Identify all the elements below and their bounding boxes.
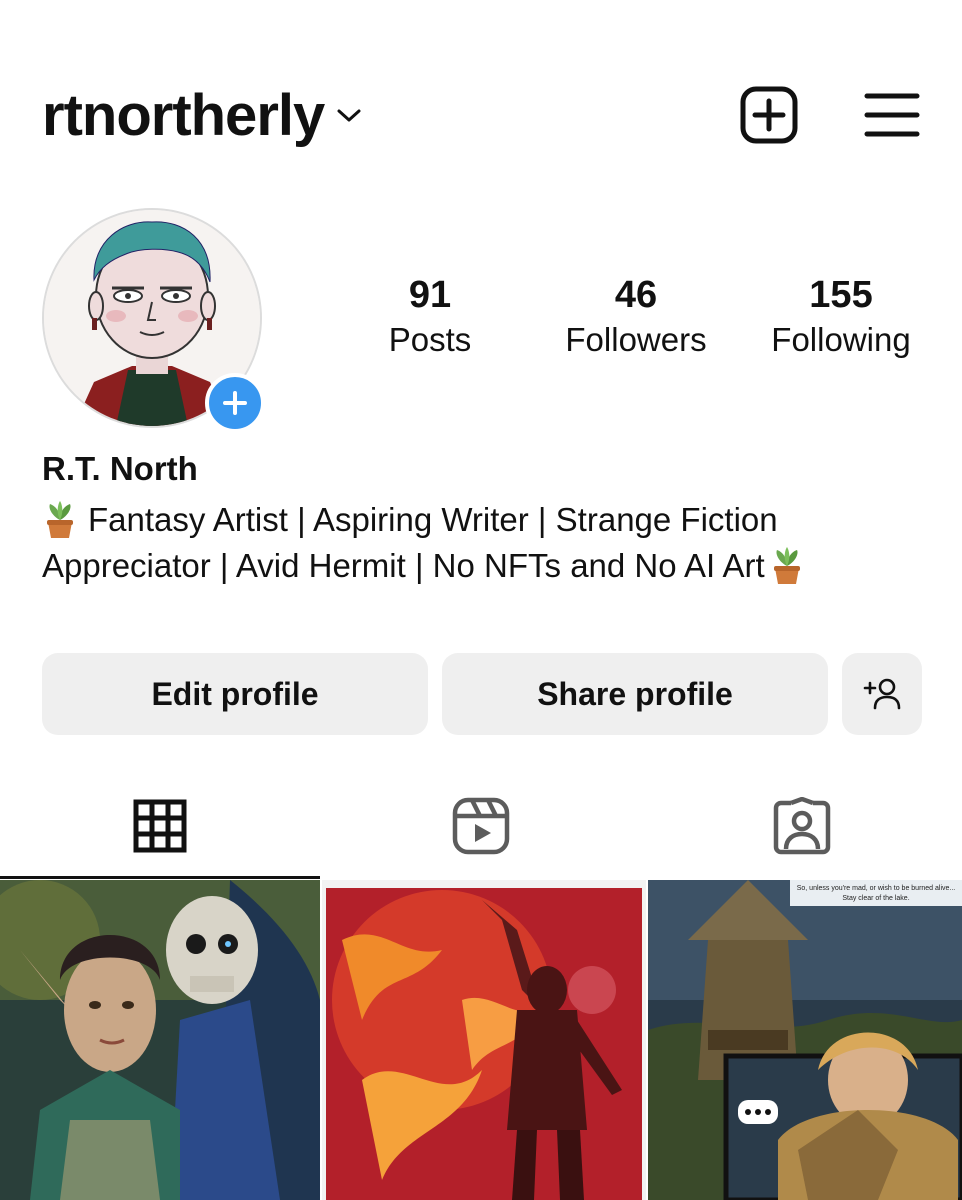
- account-switcher[interactable]: rtnortherly: [42, 82, 362, 149]
- following-stat[interactable]: 155 Following: [741, 272, 941, 362]
- add-person-icon: [863, 678, 901, 710]
- username: rtnortherly: [42, 83, 325, 148]
- posts-stat[interactable]: 91 Posts: [330, 272, 530, 362]
- followers-stat[interactable]: 46 Followers: [536, 272, 736, 362]
- post-caption-line-1: So, unless you're mad, or wish to be bur…: [797, 885, 956, 892]
- bio-line: Fantasy Artist | Aspiring Writer | Stran…: [42, 497, 922, 543]
- followers-count: 46: [614, 274, 658, 316]
- chevron-down-icon: [336, 108, 362, 129]
- grid-post[interactable]: [0, 880, 320, 1200]
- bio-line: Appreciator | Avid Hermit | No NFTs and …: [42, 543, 922, 589]
- tagged-person-icon: [773, 797, 831, 855]
- new-post-button[interactable]: [740, 86, 798, 144]
- post-image: [322, 880, 646, 1200]
- tab-tagged[interactable]: [642, 790, 962, 862]
- potted-plant-icon: [42, 500, 78, 540]
- active-tab-indicator: [0, 876, 320, 879]
- potted-plant-icon: [769, 546, 805, 586]
- discover-people-button[interactable]: [842, 653, 922, 735]
- grid-icon: [133, 799, 187, 853]
- tab-reels[interactable]: [321, 790, 641, 862]
- posts-count: 91: [408, 274, 452, 316]
- edit-profile-button[interactable]: Edit profile: [42, 653, 428, 735]
- following-label: Following: [771, 321, 911, 358]
- display-name: R.T. North: [42, 450, 198, 487]
- reels-icon: [452, 797, 510, 855]
- add-story-button[interactable]: [205, 373, 265, 433]
- plus-square-icon: [740, 86, 798, 144]
- tab-grid[interactable]: [0, 790, 320, 862]
- grid-post[interactable]: So, unless you're mad, or wish to be bur…: [648, 880, 962, 1200]
- posts-label: Posts: [388, 321, 472, 358]
- bio-text-2: Appreciator | Avid Hermit | No NFTs and …: [42, 547, 765, 584]
- hamburger-menu-icon: [864, 93, 920, 137]
- followers-label: Followers: [565, 321, 707, 358]
- grid-post[interactable]: [322, 880, 646, 1200]
- menu-button[interactable]: [864, 92, 920, 138]
- plus-icon: [223, 391, 247, 415]
- bio: Fantasy Artist | Aspiring Writer | Stran…: [42, 497, 922, 589]
- post-image: So, unless you're mad, or wish to be bur…: [648, 880, 962, 1200]
- post-caption-line-2: Stay clear of the lake.: [842, 895, 909, 902]
- share-profile-button[interactable]: Share profile: [442, 653, 828, 735]
- bio-text-1: Fantasy Artist | Aspiring Writer | Stran…: [88, 501, 778, 538]
- post-image: [0, 880, 320, 1200]
- following-count: 155: [809, 274, 873, 316]
